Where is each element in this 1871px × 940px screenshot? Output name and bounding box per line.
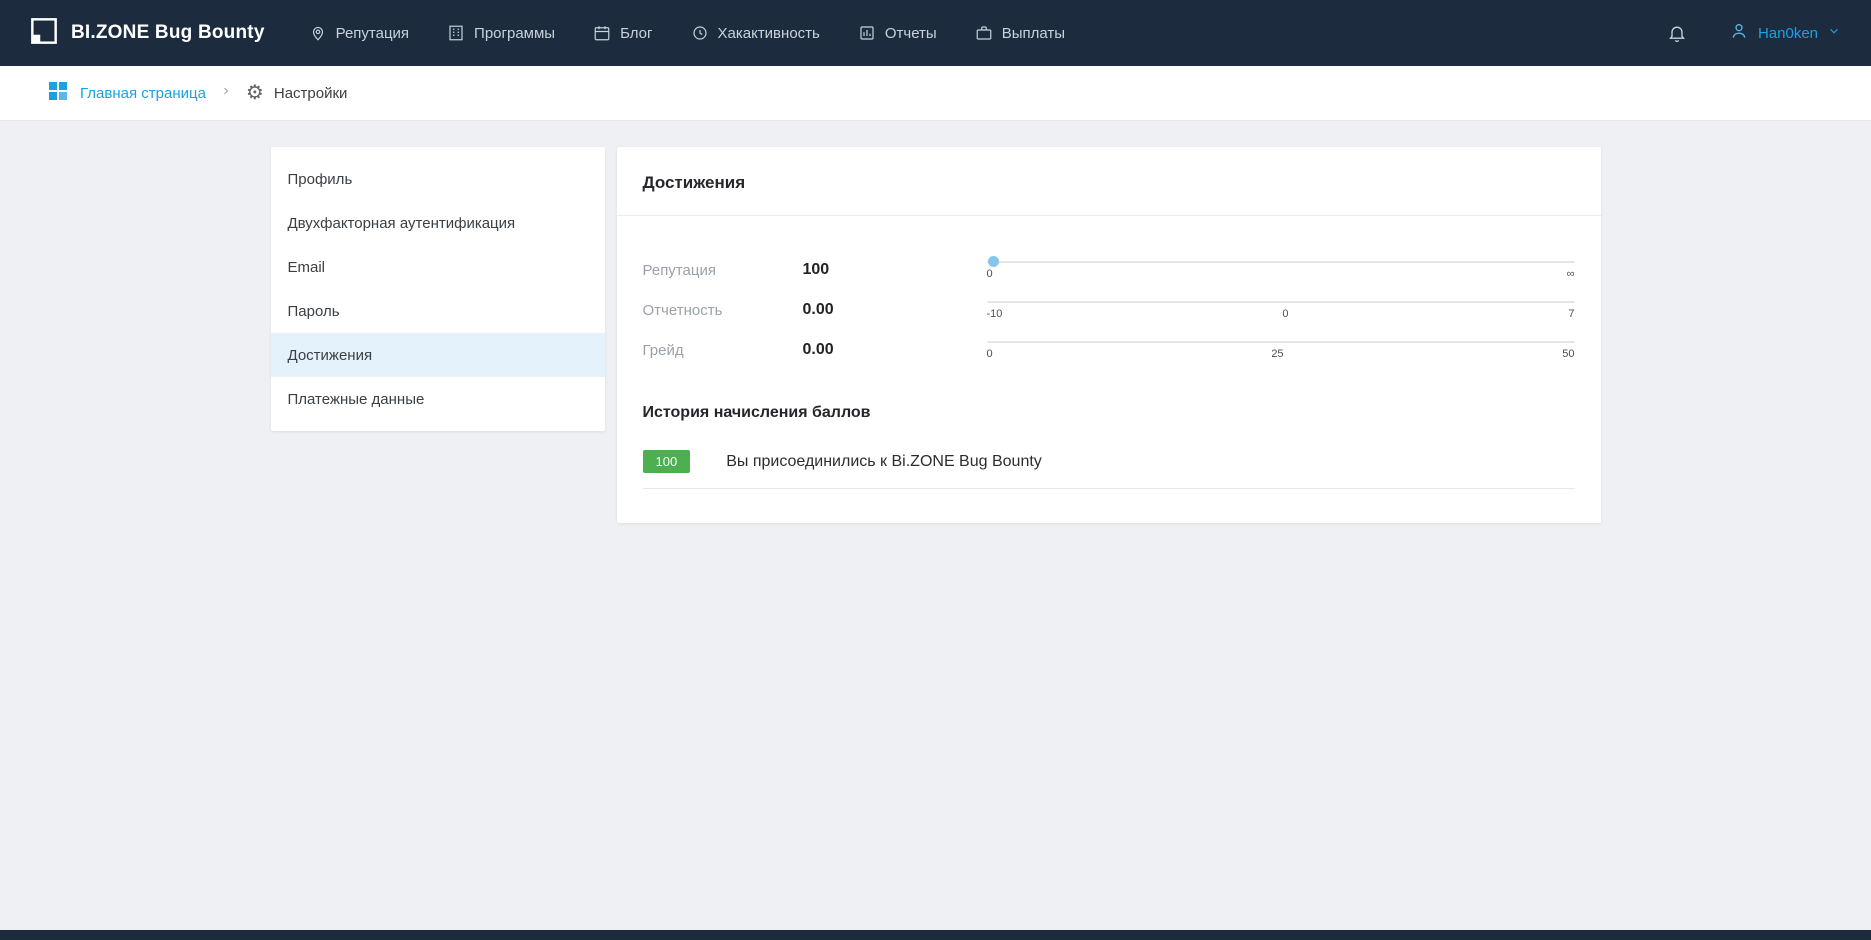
reporting-slider: -10 0 7 [987,301,1575,320]
tick-min: 0 [987,268,993,280]
settings-page-content: Профиль Двухфакторная аутентификация Ema… [271,147,1601,523]
nav-item-label: Блог [620,25,652,42]
achievements-panel: Достижения Репутация 100 0 ∞ Отчетн [617,147,1601,523]
breadcrumb-separator-icon [220,84,232,102]
points-badge: 100 [643,450,691,473]
menu-item-label: Пароль [288,303,340,320]
nav-item-hacktivity[interactable]: Хакактивность [691,24,820,42]
brand-name: BI.ZONE Bug Bounty [71,22,265,44]
bizone-logo-icon [30,17,58,50]
metric-row-reporting: Отчетность 0.00 -10 0 7 [643,290,1575,330]
menu-item-label: Email [288,259,326,276]
breadcrumb: Главная страница ⚙ Настройки [0,66,1871,121]
settings-menu-item-achievements[interactable]: Достижения [271,333,605,377]
main-nav: Репутация Программы Блог [309,24,1065,42]
nav-item-programs[interactable]: Программы [447,24,555,42]
nav-item-label: Репутация [336,25,409,42]
slider-handle[interactable] [988,256,999,267]
menu-item-label: Профиль [288,171,353,188]
points-history-title: История начисления баллов [643,404,1575,422]
slider-track[interactable] [987,341,1575,343]
menu-item-label: Достижения [288,347,373,364]
reputation-icon [309,24,327,42]
programs-icon [447,24,465,42]
nav-item-reports[interactable]: Отчеты [858,24,937,42]
slider-track[interactable] [987,301,1575,303]
slider-ticks: 0 25 50 [987,348,1575,360]
user-menu[interactable]: Han0ken [1729,21,1841,46]
tick-mid: 25 [1271,348,1283,360]
dashboard-grid-icon [48,81,68,106]
nav-item-blog[interactable]: Блог [593,24,652,42]
user-avatar-icon [1729,21,1749,46]
slider-ticks: -10 0 7 [987,308,1575,320]
menu-item-label: Платежные данные [288,391,425,408]
gear-icon: ⚙ [246,83,264,103]
grade-slider: 0 25 50 [987,341,1575,360]
nav-item-label: Программы [474,25,555,42]
reports-icon [858,24,876,42]
payouts-icon [975,24,993,42]
settings-menu-item-2fa[interactable]: Двухфакторная аутентификация [271,201,605,245]
settings-menu-item-password[interactable]: Пароль [271,289,605,333]
hacktivity-icon [691,24,709,42]
brand-logo-link[interactable]: BI.ZONE Bug Bounty [30,17,265,50]
metric-value: 0.00 [803,301,987,319]
tick-max: 7 [1568,308,1574,320]
blog-icon [593,24,611,42]
tick-max: 50 [1562,348,1574,360]
nav-item-payouts[interactable]: Выплаты [975,24,1065,42]
achievements-metrics: Репутация 100 0 ∞ Отчетность 0.00 [617,216,1601,376]
nav-item-label: Отчеты [885,25,937,42]
breadcrumb-home-label: Главная страница [80,85,206,102]
panel-title: Достижения [617,147,1601,216]
metric-row-reputation: Репутация 100 0 ∞ [643,250,1575,290]
tick-min: 0 [987,348,993,360]
navbar-right: Han0ken [1667,21,1841,46]
metric-value: 100 [803,261,987,279]
points-history-section: История начисления баллов 100 Вы присоед… [617,376,1601,523]
footer-strip [0,930,1871,940]
tick-max: ∞ [1567,268,1575,280]
menu-item-label: Двухфакторная аутентификация [288,215,516,232]
breadcrumb-home-link[interactable]: Главная страница [48,81,206,106]
reputation-slider: 0 ∞ [987,261,1575,280]
settings-menu: Профиль Двухфакторная аутентификация Ema… [271,147,605,431]
history-entry-text: Вы присоединились к Bi.ZONE Bug Bounty [726,453,1042,471]
settings-menu-item-profile[interactable]: Профиль [271,157,605,201]
nav-item-reputation[interactable]: Репутация [309,24,409,42]
tick-mid: 0 [1282,308,1288,320]
tick-min: -10 [987,308,1003,320]
slider-track[interactable] [987,261,1575,263]
top-navbar: BI.ZONE Bug Bounty Репутация Программы [0,0,1871,66]
settings-menu-item-payment-details[interactable]: Платежные данные [271,377,605,421]
metric-row-grade: Грейд 0.00 0 25 50 [643,330,1575,370]
metric-label: Репутация [643,262,803,279]
nav-item-label: Выплаты [1002,25,1065,42]
settings-menu-item-email[interactable]: Email [271,245,605,289]
metric-label: Отчетность [643,302,803,319]
notifications-bell-icon[interactable] [1667,23,1687,43]
user-name: Han0ken [1758,25,1818,42]
nav-item-label: Хакактивность [718,25,820,42]
chevron-down-icon [1827,24,1841,43]
history-entry: 100 Вы присоединились к Bi.ZONE Bug Boun… [643,450,1575,489]
breadcrumb-current: ⚙ Настройки [246,83,348,103]
breadcrumb-current-label: Настройки [274,85,348,102]
slider-ticks: 0 ∞ [987,268,1575,280]
metric-label: Грейд [643,342,803,359]
metric-value: 0.00 [803,341,987,359]
